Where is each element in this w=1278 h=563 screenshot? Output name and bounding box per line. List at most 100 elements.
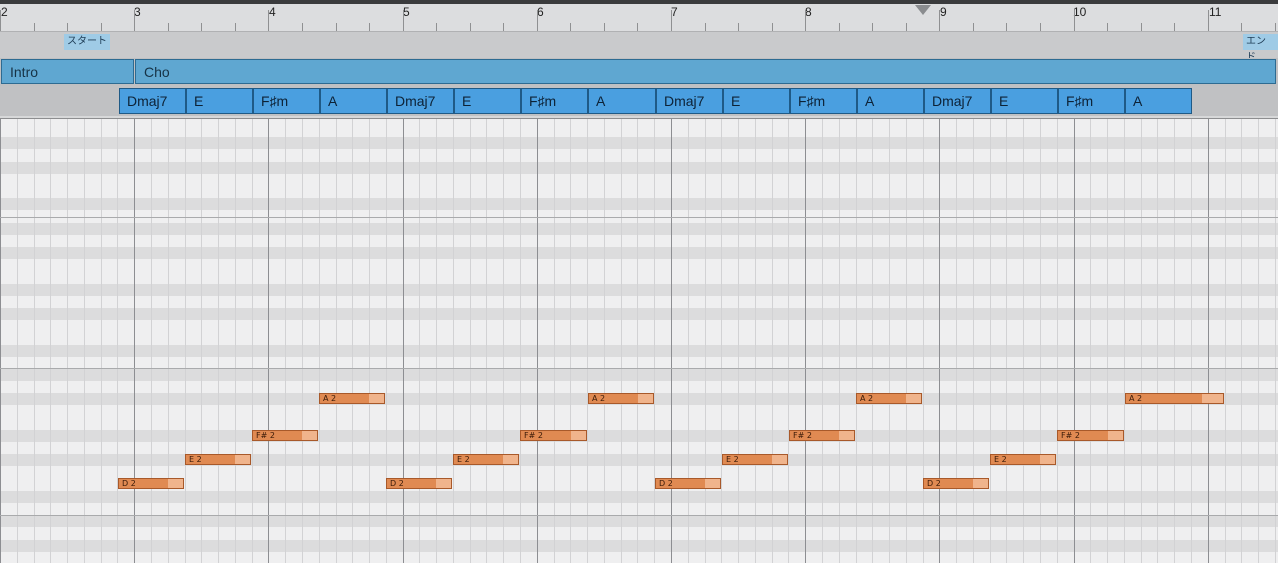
ruler-tick (671, 10, 672, 31)
ruler-tick (570, 23, 571, 31)
beat-line (453, 119, 454, 563)
black-key-lane (0, 247, 1278, 259)
midi-note[interactable]: E 2 (722, 454, 788, 465)
chord-block[interactable]: E (991, 88, 1058, 114)
beat-line (688, 119, 689, 563)
midi-note[interactable]: D 2 (923, 478, 989, 489)
beat-line (822, 119, 823, 563)
black-key-lane (0, 491, 1278, 503)
note-tail (503, 455, 518, 464)
beat-line (906, 119, 907, 563)
beat-line (554, 119, 555, 563)
chord-block[interactable]: F♯m (790, 88, 857, 114)
beat-line (1040, 119, 1041, 563)
beat-line (738, 119, 739, 563)
note-label: E 2 (189, 455, 202, 464)
bar-line (671, 119, 672, 563)
chord-block[interactable]: A (1125, 88, 1192, 114)
midi-note[interactable]: A 2 (319, 393, 385, 404)
ruler-tick (268, 10, 269, 31)
midi-note[interactable]: E 2 (185, 454, 251, 465)
beat-line (252, 119, 253, 563)
beat-line (503, 119, 504, 563)
beat-line (872, 119, 873, 563)
ruler-tick (67, 23, 68, 31)
chord-block[interactable]: A (588, 88, 656, 114)
beat-line (101, 119, 102, 563)
midi-note[interactable]: F# 2 (1057, 430, 1124, 441)
ruler-tick (503, 23, 504, 31)
note-label: F# 2 (1061, 431, 1080, 440)
note-tail (906, 394, 921, 403)
beat-line (218, 119, 219, 563)
timeline-ruler[interactable]: 2 3 4 5 6 7 8 9 10 11 (0, 4, 1278, 32)
beat-line (201, 119, 202, 563)
start-marker[interactable]: スタート (64, 34, 110, 50)
beat-line (1225, 119, 1226, 563)
beat-line (84, 119, 85, 563)
chord-block[interactable]: Dmaj7 (924, 88, 991, 114)
marker-track[interactable]: スタート エンド (0, 32, 1278, 63)
ruler-tick (1040, 23, 1041, 31)
chord-block[interactable]: Dmaj7 (119, 88, 186, 114)
midi-note[interactable]: D 2 (655, 478, 721, 489)
bar-number: 7 (671, 5, 678, 19)
chord-block[interactable]: E (723, 88, 790, 114)
note-label: F# 2 (524, 431, 543, 440)
ruler-tick (101, 23, 102, 31)
beat-line (654, 119, 655, 563)
ruler-tick (872, 23, 873, 31)
midi-note[interactable]: E 2 (990, 454, 1056, 465)
beat-line (67, 119, 68, 563)
chord-block[interactable]: F♯m (253, 88, 320, 114)
note-tail (302, 431, 317, 440)
end-marker[interactable]: エンド (1243, 34, 1278, 63)
beat-line (1191, 119, 1192, 563)
chord-block[interactable]: Dmaj7 (656, 88, 723, 114)
midi-note[interactable]: D 2 (386, 478, 452, 489)
octave-line (0, 515, 1278, 516)
note-tail (772, 455, 787, 464)
note-label: F# 2 (256, 431, 275, 440)
midi-note[interactable]: D 2 (118, 478, 184, 489)
playhead-icon[interactable] (915, 5, 931, 15)
chord-block[interactable]: A (320, 88, 387, 114)
note-label: D 2 (390, 479, 404, 488)
chord-block[interactable]: F♯m (1058, 88, 1125, 114)
midi-note[interactable]: A 2 (856, 393, 922, 404)
note-tail (436, 479, 451, 488)
ruler-tick (604, 23, 605, 31)
ruler-tick (1074, 10, 1075, 31)
chord-block[interactable]: A (857, 88, 924, 114)
note-label: F# 2 (793, 431, 812, 440)
chord-block[interactable]: Dmaj7 (387, 88, 454, 114)
beat-line (1090, 119, 1091, 563)
note-label: A 2 (592, 394, 606, 403)
ruler-tick (805, 10, 806, 31)
bar-number: 9 (940, 5, 947, 19)
beat-line (1275, 119, 1276, 563)
section-chorus[interactable]: Cho (135, 59, 1276, 84)
beat-line (1006, 119, 1007, 563)
midi-note[interactable]: F# 2 (520, 430, 587, 441)
midi-note[interactable]: E 2 (453, 454, 519, 465)
beat-line (486, 119, 487, 563)
chord-block[interactable]: E (186, 88, 253, 114)
midi-note[interactable]: F# 2 (252, 430, 318, 441)
ruler-tick (470, 23, 471, 31)
chord-block[interactable]: E (454, 88, 521, 114)
bar-line (0, 119, 1, 563)
beat-line (788, 119, 789, 563)
beat-line (34, 119, 35, 563)
midi-note[interactable]: A 2 (588, 393, 654, 404)
black-key-lane (0, 223, 1278, 235)
piano-roll-grid[interactable]: D 2 E 2 F# 2 A 2 D 2 E 2 F# 2 A 2 D 2 E … (0, 118, 1278, 563)
section-intro[interactable]: Intro (1, 59, 134, 84)
beat-line (721, 119, 722, 563)
chord-block[interactable]: F♯m (521, 88, 588, 114)
midi-note[interactable]: A 2 (1125, 393, 1224, 404)
midi-note[interactable]: F# 2 (789, 430, 855, 441)
beat-line (470, 119, 471, 563)
chord-track: Dmaj7 E F♯m A Dmaj7 E F♯m A Dmaj7 E F♯m … (0, 86, 1278, 116)
ruler-tick (772, 23, 773, 31)
